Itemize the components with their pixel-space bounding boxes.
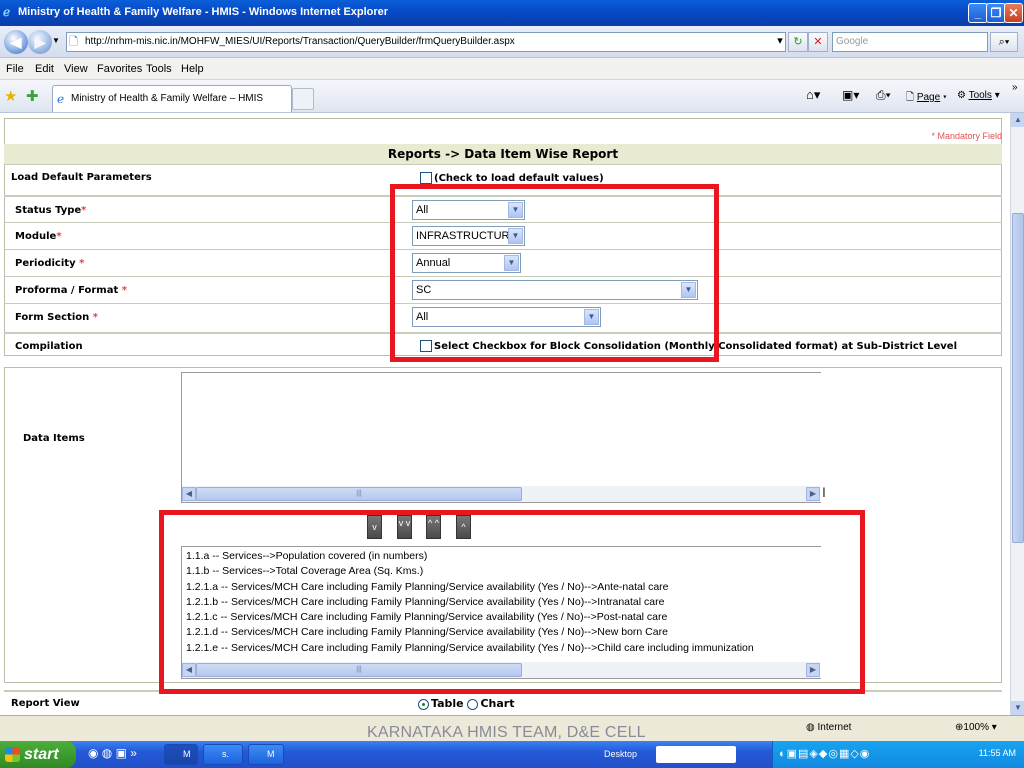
periodicity-label: Periodicity <box>15 258 76 269</box>
ie-logo-icon: ℯ <box>3 5 11 19</box>
browser-tab[interactable]: ℯ Ministry of Health & Family Welfare – … <box>52 85 292 112</box>
load-default-checkbox[interactable] <box>420 172 432 184</box>
text-cursor-icon: I <box>822 484 826 500</box>
scroll-thumb: ||| <box>196 487 522 501</box>
available-items-hscroll[interactable]: ◀ ||| ▶ <box>182 486 820 502</box>
quicklaunch-icons[interactable]: ◉ ◍ ▣ » <box>88 746 137 760</box>
page-menu[interactable]: 🗋 Page ▾ <box>906 90 947 107</box>
search-button[interactable]: ⌕▾ <box>990 32 1018 52</box>
window-title: Ministry of Health & Family Welfare - HM… <box>18 6 389 18</box>
refresh-button[interactable]: ↻ <box>788 32 808 52</box>
scroll-right-icon: ▶ <box>806 487 820 501</box>
tools-menu[interactable]: ⚙ Tools ▾ <box>957 90 1000 101</box>
tab-label: Ministry of Health & Family Welfare – HM… <box>71 93 264 104</box>
taskbar-folder-button[interactable]: s. <box>203 744 243 765</box>
close-button[interactable]: ✕ <box>1004 3 1023 23</box>
menu-view[interactable]: View <box>64 63 88 75</box>
load-default-label: Load Default Parameters <box>11 172 152 183</box>
page-icon: 🗋 <box>69 36 78 48</box>
menu-edit[interactable]: Edit <box>35 63 54 75</box>
history-dropdown-icon[interactable]: ▼ <box>52 36 60 45</box>
address-text: http://nrhm-mis.nic.in/MOHFW_MIES/UI/Rep… <box>85 36 515 47</box>
taskbar-app-button[interactable]: M <box>248 744 284 765</box>
available-items-listbox[interactable]: ◀ ||| ▶ <box>181 372 821 503</box>
chart-radio-label: Chart <box>480 697 515 710</box>
load-default-text: (Check to load default values) <box>434 173 604 184</box>
add-favorite-icon[interactable]: ✚ <box>26 87 39 105</box>
window-title-bar[interactable]: ℯ Ministry of Health & Family Welfare - … <box>0 0 1024 26</box>
search-input[interactable]: Google <box>832 32 988 52</box>
mandatory-note: * Mandatory Field <box>931 131 1002 141</box>
maximize-button[interactable]: ❐ <box>986 3 1006 23</box>
status-type-label: Status Type <box>15 205 82 216</box>
start-button[interactable]: start <box>0 741 76 768</box>
scroll-thumb <box>1012 213 1024 543</box>
new-tab-button[interactable] <box>292 88 314 110</box>
tab-ie-icon: ℯ <box>57 92 65 106</box>
address-toolbar: ◀ ▶ ▼ 🗋 http://nrhm-mis.nic.in/MOHFW_MIE… <box>0 26 1024 58</box>
favorites-star-icon[interactable]: ★ <box>4 87 17 105</box>
compilation-label: Compilation <box>15 341 83 352</box>
scroll-left-icon: ◀ <box>182 487 196 501</box>
table-radio-label: Table <box>431 697 464 710</box>
menu-help[interactable]: Help <box>181 63 204 75</box>
form-header: Reports -> Data Item Wise Report <box>4 144 1002 164</box>
page-content: * Mandatory Field Reports -> Data Item W… <box>0 113 1010 715</box>
zoom-level[interactable]: ⊕100% ▾ <box>955 722 997 733</box>
internet-zone: ◍ Internet <box>806 722 852 733</box>
system-tray: ◐▣▤◈◆◎▦◇◉ 11:55 AM <box>772 741 1024 768</box>
minimize-button[interactable]: _ <box>968 3 988 23</box>
scroll-up-icon: ▲ <box>1011 113 1024 127</box>
feeds-icon[interactable]: ▣▾ <box>842 88 859 102</box>
tray-icons[interactable]: ◐▣▤◈◆◎▦◇◉ <box>779 747 870 760</box>
table-radio[interactable] <box>418 698 429 710</box>
footer-text: KARNATAKA HMIS TEAM, D&E CELL <box>367 724 646 741</box>
taskbar-search[interactable] <box>656 746 736 763</box>
back-button[interactable]: ◀ <box>4 30 28 54</box>
module-label: Module <box>15 231 57 242</box>
chevron-more-icon[interactable]: » <box>1012 82 1018 93</box>
menu-file[interactable]: File <box>6 63 24 75</box>
report-view-label: Report View <box>11 698 80 709</box>
tab-bar: ★ ✚ ℯ Ministry of Health & Family Welfar… <box>0 80 1024 113</box>
address-input[interactable]: 🗋 http://nrhm-mis.nic.in/MOHFW_MIES/UI/R… <box>66 32 786 52</box>
stop-button[interactable]: ✕ <box>808 32 828 52</box>
proforma-label: Proforma / Format <box>15 285 119 296</box>
data-items-label: Data Items <box>23 433 85 444</box>
menu-tools[interactable]: Tools <box>146 63 172 75</box>
taskbar: start ◉ ◍ ▣ » M s. M Desktop ◐▣▤◈◆◎▦◇◉ 1… <box>0 741 1024 768</box>
print-icon[interactable]: ⎙▾ <box>876 88 891 103</box>
page-vscroll[interactable]: ▲ ▼ <box>1010 113 1024 715</box>
menu-bar: File Edit View Favorites Tools Help <box>0 58 1024 80</box>
chart-radio[interactable] <box>467 698 479 710</box>
menu-favorites[interactable]: Favorites <box>97 63 142 75</box>
highlight-box-data-items <box>159 510 865 694</box>
windows-flag-icon <box>5 747 20 762</box>
scroll-down-icon: ▼ <box>1011 701 1024 715</box>
desktop-toolbar[interactable]: Desktop <box>604 749 637 759</box>
status-bar: KARNATAKA HMIS TEAM, D&E CELL ◍ Internet… <box>0 715 1024 741</box>
clock: 11:55 AM <box>978 748 1016 758</box>
form-section-label: Form Section <box>15 312 90 323</box>
forward-button[interactable]: ▶ <box>28 30 52 54</box>
address-dropdown-icon[interactable]: ▾ <box>770 32 790 52</box>
taskbar-ie-button[interactable]: M <box>164 744 198 765</box>
home-icon[interactable]: ⌂▾ <box>806 87 820 103</box>
highlight-box-parameters <box>390 184 719 362</box>
